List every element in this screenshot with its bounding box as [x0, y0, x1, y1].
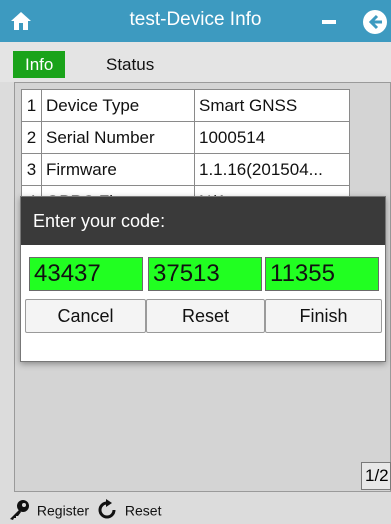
finish-button[interactable]: Finish: [265, 299, 382, 333]
table-row[interactable]: 3 Firmware 1.1.16(201504...: [21, 153, 350, 186]
table-row[interactable]: 1 Device Type Smart GNSS: [21, 89, 350, 122]
back-arrow-icon[interactable]: [363, 10, 387, 34]
enter-code-dialog: Enter your code: 43437 37513 11355 Cance…: [20, 196, 386, 362]
table-row[interactable]: 2 Serial Number 1000514: [21, 121, 350, 154]
tab-info[interactable]: Info: [13, 51, 66, 78]
row-value: Smart GNSS: [194, 89, 350, 122]
tab-status[interactable]: Status: [94, 51, 166, 78]
reset-button[interactable]: Reset: [146, 299, 265, 333]
title-bar: test-Device Info: [0, 0, 391, 42]
bottom-toolbar: Register Reset: [0, 492, 391, 524]
page-indicator[interactable]: 1/2: [361, 462, 391, 490]
reset-toolbar-button[interactable]: Reset: [96, 498, 161, 520]
row-name: Firmware: [41, 153, 195, 186]
row-index: 2: [21, 121, 42, 154]
code-field-2[interactable]: 37513: [148, 257, 262, 291]
row-name: Serial Number: [41, 121, 195, 154]
refresh-icon: [98, 499, 116, 519]
row-index: 1: [21, 89, 42, 122]
row-index: 3: [21, 153, 42, 186]
tab-bar: Info Status: [0, 42, 391, 82]
cancel-button[interactable]: Cancel: [25, 299, 146, 333]
row-value: 1000514: [194, 121, 350, 154]
code-field-1[interactable]: 43437: [29, 257, 143, 291]
row-value: 1.1.16(201504...: [194, 153, 350, 186]
register-button[interactable]: Register: [8, 498, 90, 521]
dialog-title: Enter your code:: [21, 197, 385, 245]
reset-label: Reset: [124, 502, 162, 519]
key-icon: [10, 500, 29, 521]
minimize-icon[interactable]: [322, 20, 336, 24]
row-name: Device Type: [41, 89, 195, 122]
code-field-3[interactable]: 11355: [265, 257, 379, 291]
register-label: Register: [36, 502, 90, 519]
